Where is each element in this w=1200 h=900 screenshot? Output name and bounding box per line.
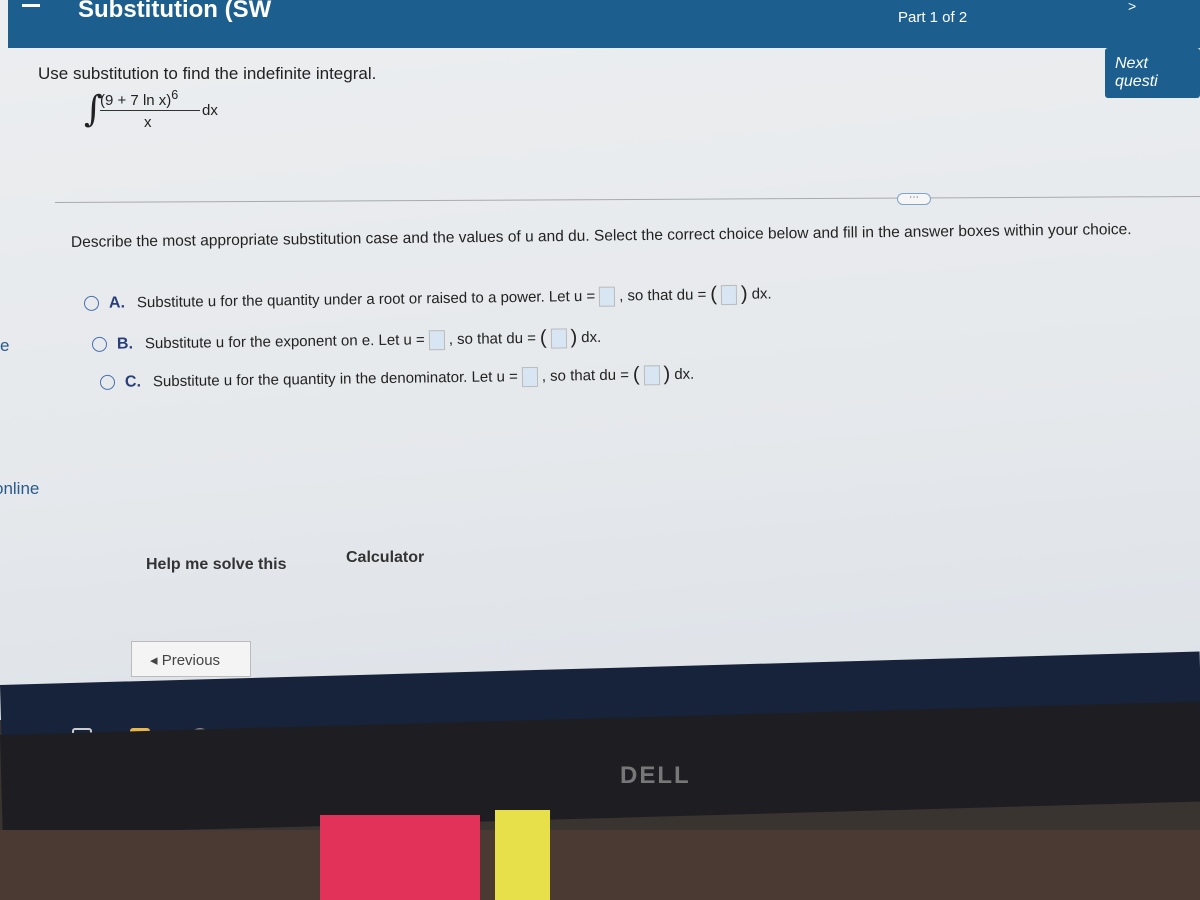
menu-icon[interactable] bbox=[22, 4, 40, 7]
radio-button[interactable] bbox=[91, 336, 108, 352]
choice-text: Substitute u for the quantity in the den… bbox=[152, 368, 518, 391]
dell-logo: DELL bbox=[620, 762, 691, 789]
divider bbox=[55, 195, 1200, 204]
choice-end-text: dx. bbox=[581, 328, 602, 347]
choice-letter: A. bbox=[108, 293, 126, 312]
du-answer-box[interactable] bbox=[720, 284, 738, 305]
assignment-title: Substitution (SW bbox=[78, 0, 272, 23]
fraction-bar bbox=[100, 110, 200, 111]
choice-b[interactable]: B. Substitute u for the exponent on e. L… bbox=[91, 326, 602, 356]
next-question-button[interactable]: Next questi bbox=[1105, 48, 1200, 98]
u-answer-box[interactable] bbox=[428, 329, 445, 350]
part-indicator: Part 1 of 2 bbox=[898, 9, 968, 26]
exponent: 6 bbox=[171, 88, 179, 102]
denominator: x bbox=[144, 114, 152, 131]
instructions: Describe the most appropriate substituti… bbox=[70, 221, 1132, 251]
choice-text: Substitute u for the exponent on e. Let … bbox=[144, 331, 425, 353]
more-button[interactable]: ⋯ bbox=[897, 193, 931, 205]
du-answer-box[interactable] bbox=[643, 364, 660, 385]
question-prompt: Use substitution to find the indefinite … bbox=[38, 64, 377, 83]
choice-text: Substitute u for the quantity under a ro… bbox=[136, 287, 596, 312]
sidebar-e-text: e bbox=[0, 336, 10, 355]
numerator-text: (9 + 7 ln x) bbox=[100, 92, 172, 109]
pink-object bbox=[320, 815, 480, 900]
choice-mid-text: , so that du = bbox=[619, 286, 707, 305]
radio-button[interactable] bbox=[99, 374, 116, 390]
calculator-button[interactable]: Calculator bbox=[346, 549, 424, 567]
help-me-solve-button[interactable]: Help me solve this bbox=[146, 556, 287, 574]
differential: dx bbox=[202, 102, 218, 119]
sidebar-online-link[interactable]: online bbox=[0, 479, 39, 499]
choice-mid-text: , so that du = bbox=[448, 329, 537, 349]
u-answer-box[interactable] bbox=[599, 286, 616, 307]
choice-a[interactable]: A. Substitute u for the quantity under a… bbox=[83, 282, 772, 315]
choice-letter: B. bbox=[116, 334, 134, 353]
choice-end-text: dx. bbox=[751, 285, 772, 303]
desk-background bbox=[0, 830, 1200, 900]
choice-end-text: dx. bbox=[674, 365, 695, 383]
numerator: (9 + 7 ln x)6 bbox=[100, 88, 178, 109]
yellow-object bbox=[495, 810, 550, 900]
screen: Substitution (SW Part 1 of 2 > Next ques… bbox=[0, 0, 1200, 720]
radio-button[interactable] bbox=[83, 295, 100, 311]
du-answer-box[interactable] bbox=[550, 327, 567, 349]
choice-mid-text: , so that du = bbox=[541, 366, 630, 385]
previous-button[interactable]: ◂ Previous bbox=[131, 641, 251, 677]
chevron-right-icon[interactable]: > bbox=[1128, 0, 1136, 14]
choice-c[interactable]: C. Substitute u for the quantity in the … bbox=[99, 363, 695, 394]
choice-letter: C. bbox=[124, 372, 142, 391]
u-answer-box[interactable] bbox=[521, 366, 538, 387]
